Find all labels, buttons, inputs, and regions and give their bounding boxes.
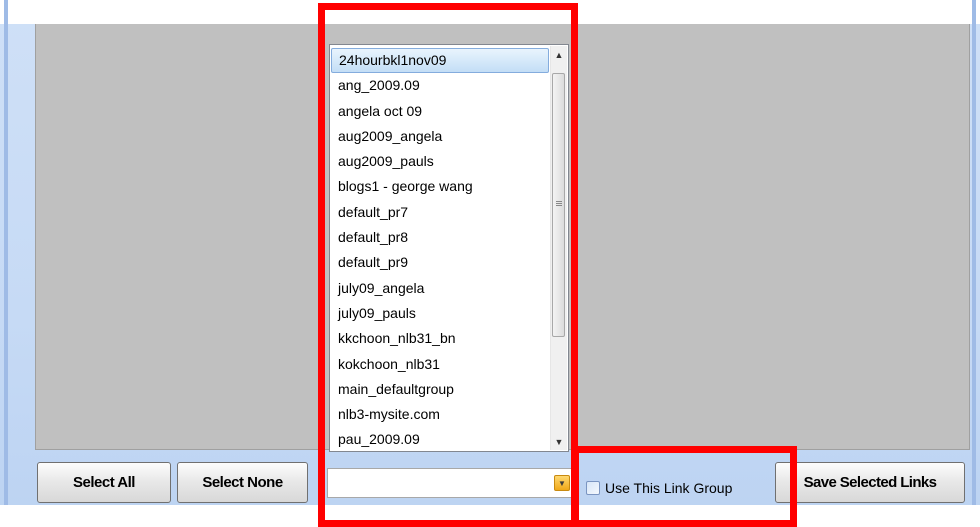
save-selected-links-button[interactable]: Save Selected Links	[775, 462, 965, 503]
window-left-edge	[4, 0, 8, 510]
select-none-button[interactable]: Select None	[177, 462, 308, 503]
highlight-box-checkbox	[572, 446, 797, 527]
window-right-edge	[972, 0, 976, 510]
select-all-button[interactable]: Select All	[37, 462, 171, 503]
highlight-box-list	[318, 3, 578, 527]
